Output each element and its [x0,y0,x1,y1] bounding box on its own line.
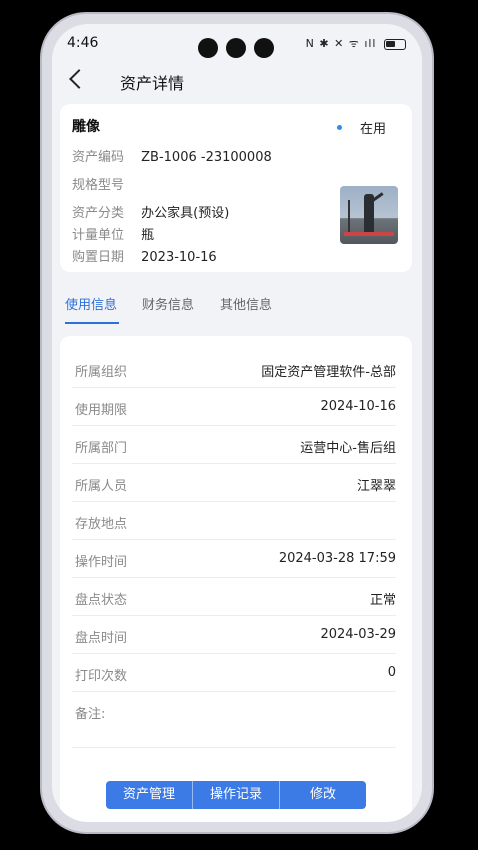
detail-value: 2024-03-29 [320,627,396,642]
info-row-category: 资产分类 办公家具(预设) [72,202,229,221]
back-arrow-icon[interactable] [69,69,89,89]
detail-row-remark: 备注: [72,692,396,748]
detail-value: 固定资产管理软件-总部 [261,365,396,380]
info-tabs: 使用信息 财务信息 其他信息 [52,294,422,324]
info-row-spec: 规格型号 [72,174,137,193]
tab-other-info[interactable]: 其他信息 [220,294,272,313]
usage-detail-list: 所属组织 固定资产管理软件-总部 使用期限 2024-10-16 所属部门 运营… [60,336,412,822]
state-dot-icon [337,125,342,130]
detail-label: 使用期限 [75,403,128,418]
detail-label: 所属部门 [75,441,128,456]
detail-value: 江翠翠 [356,479,396,494]
tab-usage-info[interactable]: 使用信息 [65,294,117,313]
detail-label: 盘点时间 [75,631,128,646]
detail-label: 打印次数 [75,669,128,684]
action-button-group: 资产管理 操作记录 修改 [106,781,366,809]
camera-icon [226,38,246,58]
status-bar: 4:46 N ✱ ✕ ᯤ ıll [52,24,422,64]
edit-button[interactable]: 修改 [280,781,366,809]
camera-icon [198,38,218,58]
asset-manage-button[interactable]: 资产管理 [106,781,193,809]
detail-row: 盘点时间 2024-03-29 [72,616,396,654]
info-label: 计量单位 [72,228,125,243]
battery-icon [384,38,406,50]
status-time: 4:46 [67,35,99,51]
detail-label: 操作时间 [75,555,128,570]
detail-row: 所属组织 固定资产管理软件-总部 [72,350,396,388]
detail-row: 盘点状态 正常 [72,578,396,616]
tab-underline [65,322,119,324]
detail-label: 盘点状态 [75,593,128,608]
tab-finance-info[interactable]: 财务信息 [142,294,194,313]
info-label: 规格型号 [72,178,125,193]
info-label: 资产编码 [72,150,125,165]
detail-row: 打印次数 0 [72,654,396,692]
detail-row: 存放地点 [72,502,396,540]
operation-log-button[interactable]: 操作记录 [193,781,280,809]
nav-bar: 资产详情 [52,64,422,100]
detail-label: 所属组织 [75,365,128,380]
info-row-code: 资产编码 ZB-1006 -23100008 [72,146,272,165]
signal-icons: N ✱ ✕ ᯤ ıll [305,37,377,50]
info-value: 办公家具(预设) [141,206,230,221]
info-label: 资产分类 [72,206,125,221]
detail-value: 正常 [369,593,396,608]
info-row-purchase-date: 购置日期 2023-10-16 [72,246,217,265]
detail-value: 0 [387,665,396,680]
asset-state: 在用 [359,122,386,137]
info-value: ZB-1006 -23100008 [141,150,272,165]
detail-label: 备注: [75,707,106,722]
asset-name: 雕像 [72,119,100,135]
page-title: 资产详情 [120,74,185,93]
info-row-unit: 计量单位 瓶 [72,224,154,243]
detail-row: 使用期限 2024-10-16 [72,388,396,426]
detail-label: 存放地点 [75,517,128,532]
info-value: 2023-10-16 [141,250,217,265]
asset-photo[interactable] [340,186,398,244]
app-screen: 4:46 N ✱ ✕ ᯤ ıll 资产详情 雕像 在用 资产编码 ZB-1006… [52,24,422,822]
status-icons: N ✱ ✕ ᯤ ıll [306,36,406,51]
detail-row: 所属人员 江翠翠 [72,464,396,502]
detail-value: 运营中心-售后组 [300,441,396,456]
detail-row: 所属部门 运营中心-售后组 [72,426,396,464]
asset-summary-card: 雕像 在用 资产编码 ZB-1006 -23100008 规格型号 资产分类 办… [60,104,412,272]
detail-value: 2024-03-28 17:59 [278,551,396,566]
detail-value: 2024-10-16 [320,399,396,414]
camera-icon [254,38,274,58]
detail-label: 所属人员 [75,479,128,494]
info-label: 购置日期 [72,250,125,265]
detail-row: 操作时间 2024-03-28 17:59 [72,540,396,578]
info-value: 瓶 [141,228,155,243]
